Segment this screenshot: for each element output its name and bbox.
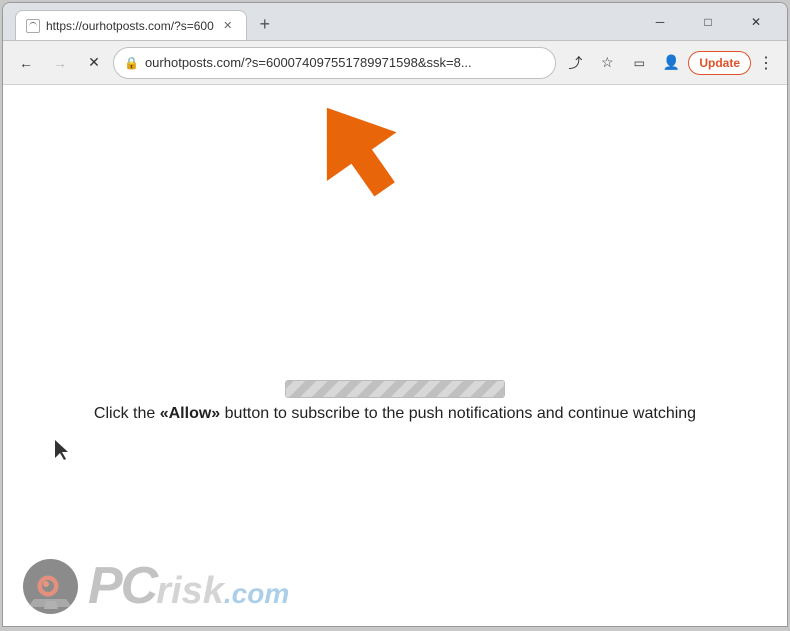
maximize-button[interactable]: □ xyxy=(685,11,731,33)
lock-icon: 🔒 xyxy=(124,56,139,70)
profile-button[interactable]: 👤 xyxy=(656,48,686,78)
sidebar-button[interactable]: ▭ xyxy=(624,48,654,78)
orange-arrow-indicator xyxy=(313,97,403,197)
pcrisk-risk-text: risk xyxy=(156,570,224,613)
bookmark-icon: ☆ xyxy=(601,54,614,71)
active-tab[interactable]: https://ourhotposts.com/?s=600 ✕ xyxy=(15,10,247,40)
address-text: ourhotposts.com/?s=600074097551789971598… xyxy=(145,55,545,70)
sidebar-icon: ▭ xyxy=(634,56,645,70)
allow-text: «Allow» xyxy=(160,405,220,422)
watermark-area: PC risk .com xyxy=(3,546,787,626)
navigation-bar: ← → ✕ 🔒 ourhotposts.com/?s=6000740975517… xyxy=(3,41,787,85)
pcrisk-logo: PC risk .com xyxy=(23,556,289,616)
progress-bar-container xyxy=(285,380,505,398)
profile-icon: 👤 xyxy=(663,54,680,71)
reload-button[interactable]: ✕ xyxy=(79,48,109,78)
share-icon: ⤴ xyxy=(568,53,582,73)
address-bar[interactable]: 🔒 ourhotposts.com/?s=6000740975517899715… xyxy=(113,47,556,79)
progress-area xyxy=(285,380,505,398)
pcrisk-pc-text: PC xyxy=(88,556,156,616)
more-options-button[interactable]: ⋮ xyxy=(753,50,779,76)
new-tab-button[interactable]: + xyxy=(251,10,279,38)
close-button[interactable]: ✕ xyxy=(733,11,779,33)
progress-bar xyxy=(286,381,504,397)
window-controls: ─ □ ✕ xyxy=(637,11,779,33)
title-bar: https://ourhotposts.com/?s=600 ✕ + ─ □ ✕ xyxy=(3,3,787,41)
page-message: Click the «Allow» button to subscribe to… xyxy=(94,405,696,423)
browser-window: https://ourhotposts.com/?s=600 ✕ + ─ □ ✕… xyxy=(2,2,788,627)
pcrisk-icon-svg xyxy=(26,561,76,611)
back-button[interactable]: ← xyxy=(11,48,41,78)
nav-actions: ⤴ ☆ ▭ 👤 Update ⋮ xyxy=(560,48,779,78)
pcrisk-com-text: .com xyxy=(224,578,289,610)
update-button[interactable]: Update xyxy=(688,51,751,75)
forward-button[interactable]: → xyxy=(45,48,75,78)
bookmark-button[interactable]: ☆ xyxy=(592,48,622,78)
cursor-indicator xyxy=(55,440,71,463)
minimize-button[interactable]: ─ xyxy=(637,11,683,33)
message-after: button to subscribe to the push notifica… xyxy=(220,405,696,422)
tab-close-button[interactable]: ✕ xyxy=(220,18,236,34)
tab-bar: https://ourhotposts.com/?s=600 ✕ + xyxy=(11,2,279,40)
message-before: Click the xyxy=(94,405,160,422)
pcrisk-icon xyxy=(23,559,78,614)
pcrisk-text-area: PC risk .com xyxy=(88,556,289,616)
mouse-cursor-icon xyxy=(55,440,71,460)
page-content: Click the «Allow» button to subscribe to… xyxy=(3,85,787,626)
tab-favicon xyxy=(26,19,40,33)
tab-title: https://ourhotposts.com/?s=600 xyxy=(46,19,214,33)
share-button[interactable]: ⤴ xyxy=(560,48,590,78)
